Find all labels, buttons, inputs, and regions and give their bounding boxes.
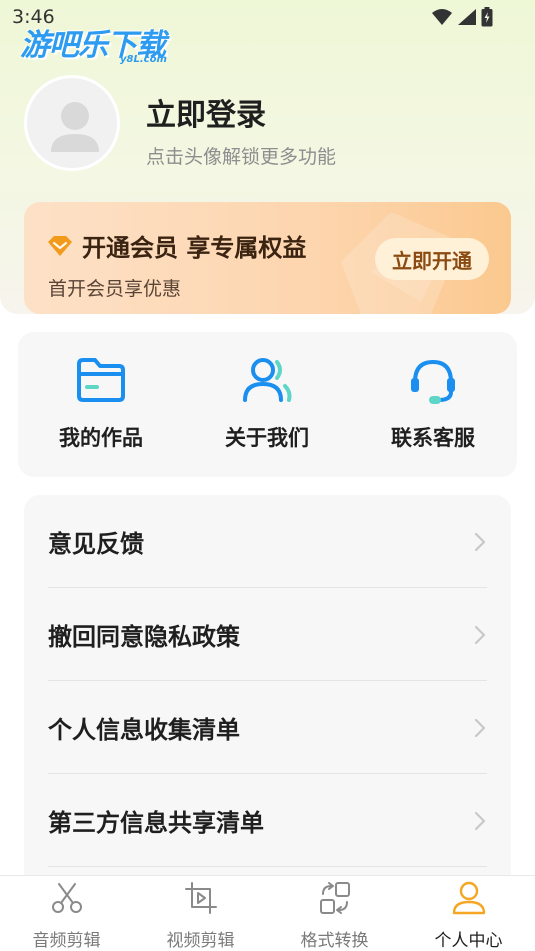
watermark-logo: 游吧乐下载 y8L.com (20, 20, 167, 65)
chevron-right-icon (474, 625, 486, 644)
video-crop-icon (184, 882, 217, 914)
wifi-icon (432, 9, 452, 25)
chevron-right-icon (474, 718, 486, 737)
signal-icon (458, 9, 476, 25)
login-title[interactable]: 立即登录 (146, 90, 266, 134)
quick-my-works-label: 我的作品 (59, 426, 143, 450)
quick-my-works[interactable]: 我的作品 (18, 332, 184, 477)
vip-title: 开通会员 享专属权益 (82, 234, 307, 262)
tab-format-convert[interactable]: 格式转换 (268, 876, 401, 951)
bottom-tab-bar: 音频剪辑 视频剪辑 格式转换 个人中心 (0, 875, 535, 951)
menu-personal-info-list[interactable]: 个人信息收集清单 (48, 681, 487, 774)
chevron-right-icon (474, 811, 486, 830)
avatar[interactable] (24, 75, 120, 171)
menu-divider (48, 866, 487, 867)
tab-video-edit-label: 视频剪辑 (166, 931, 235, 951)
menu-third-party-sharing[interactable]: 第三方信息共享清单 (48, 774, 487, 867)
quick-about-us[interactable]: 关于我们 (184, 332, 350, 477)
vip-diamond-icon (48, 235, 72, 256)
tab-audio-edit-label: 音频剪辑 (32, 931, 101, 951)
vip-subtitle: 首开会员享优惠 (48, 278, 182, 300)
headset-icon (411, 359, 455, 404)
menu-revoke-privacy[interactable]: 撤回同意隐私政策 (48, 588, 487, 681)
battery-icon (481, 7, 493, 27)
menu-third-party-sharing-label: 第三方信息共享清单 (48, 809, 264, 837)
menu-feedback[interactable]: 意见反馈 (48, 495, 487, 588)
tab-profile-center-label: 个人中心 (434, 931, 503, 951)
chevron-right-icon (474, 532, 486, 551)
quick-contact-support[interactable]: 联系客服 (350, 332, 516, 477)
tab-format-convert-label: 格式转换 (300, 931, 369, 951)
person-icon (452, 881, 485, 915)
menu-personal-info-list-label: 个人信息收集清单 (48, 716, 240, 744)
quick-contact-support-label: 联系客服 (391, 426, 475, 450)
vip-banner[interactable]: 开通会员 享专属权益 首开会员享优惠 立即开通 (24, 202, 511, 314)
menu-feedback-label: 意见反馈 (48, 530, 144, 558)
quick-about-us-label: 关于我们 (225, 426, 309, 450)
users-icon (243, 358, 292, 402)
menu-revoke-privacy-label: 撤回同意隐私政策 (48, 623, 240, 651)
login-subtitle: 点击头像解锁更多功能 (146, 146, 337, 168)
tab-profile-center[interactable]: 个人中心 (402, 876, 535, 951)
open-vip-button[interactable]: 立即开通 (375, 238, 489, 280)
tab-video-edit[interactable]: 视频剪辑 (134, 876, 267, 951)
tab-audio-edit[interactable]: 音频剪辑 (0, 876, 133, 951)
settings-menu: 意见反馈 撤回同意隐私政策 个人信息收集清单 第三方信息共享清单 (24, 495, 511, 895)
scissors-icon (51, 883, 82, 913)
watermark-sub: y8L.com (120, 54, 167, 65)
quick-actions-card: 我的作品 关于我们 联系客服 (18, 332, 517, 477)
folder-icon (77, 358, 125, 402)
convert-icon (319, 882, 350, 914)
